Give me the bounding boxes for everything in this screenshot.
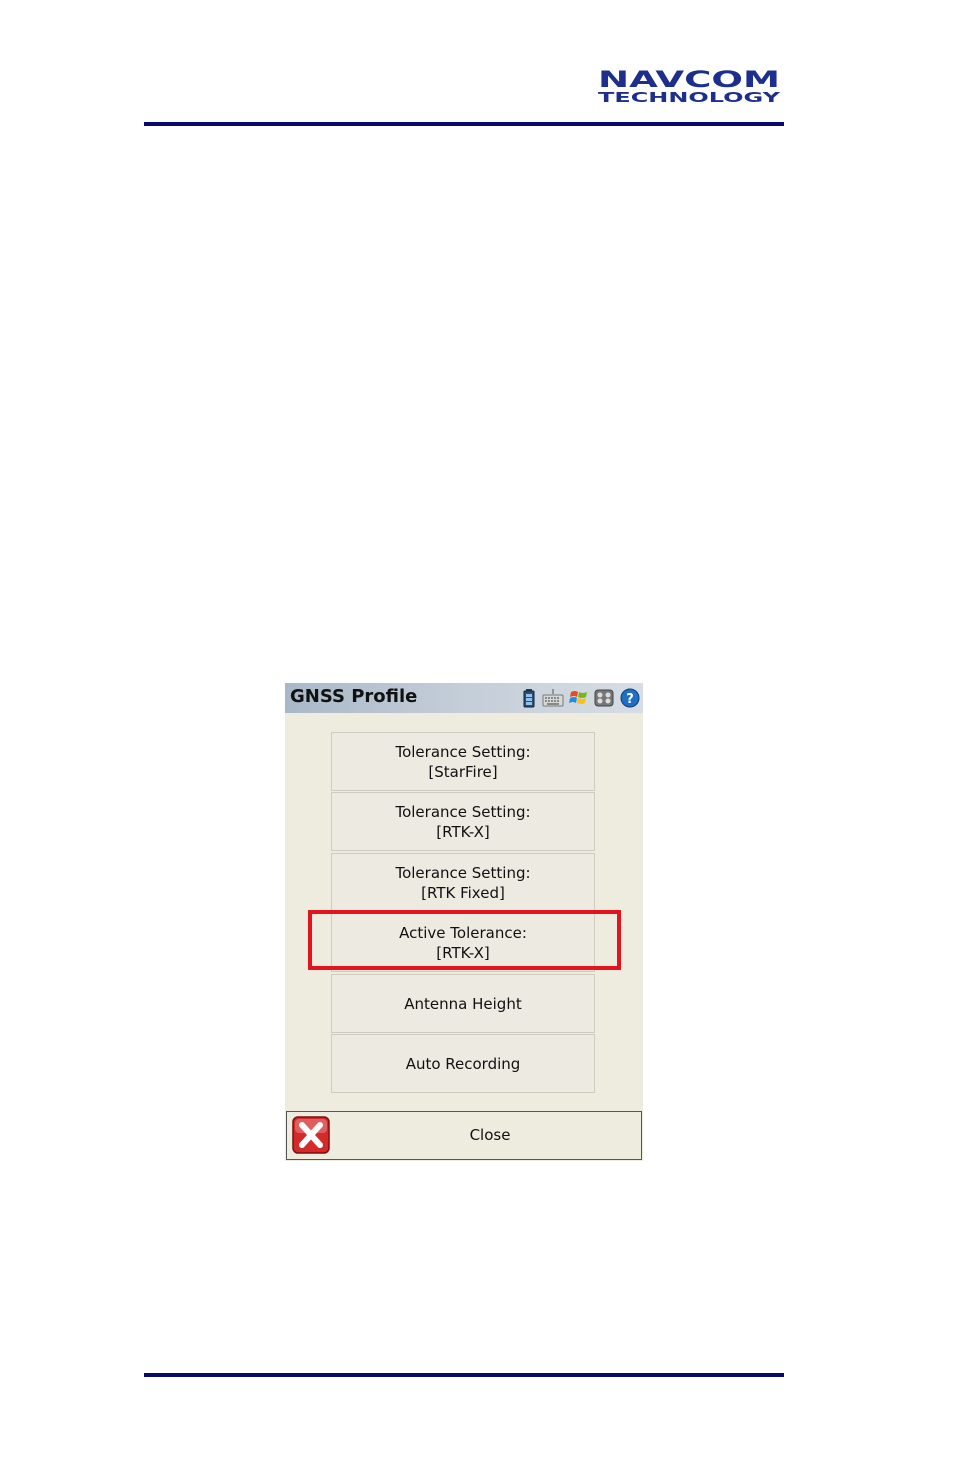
tolerance-rtk-x-button[interactable]: Tolerance Setting: [RTK-X] [331, 792, 595, 851]
button-label-line2: [RTK-X] [436, 943, 490, 962]
close-button[interactable]: Close [286, 1111, 642, 1160]
keyboard-icon[interactable] [542, 688, 564, 708]
tolerance-starfire-button[interactable]: Tolerance Setting: [StarFire] [331, 732, 595, 791]
help-icon[interactable]: ? [620, 688, 640, 708]
logo-text-top: NAVCOM [598, 68, 780, 93]
button-label-line2: [RTK Fixed] [421, 883, 505, 902]
button-label-line2: [StarFire] [428, 762, 498, 781]
navcom-logo: NAVCOM TECHNOLOGY [598, 68, 781, 104]
footer-rule [144, 1373, 784, 1377]
auto-recording-button[interactable]: Auto Recording [331, 1034, 595, 1093]
settings-icon[interactable] [594, 688, 614, 708]
button-label-line1: Active Tolerance: [399, 923, 527, 942]
svg-text:?: ? [626, 692, 634, 707]
gnss-profile-window: GNSS Profile ? Tolerance Setting: [StarF… [285, 683, 643, 1161]
button-label-line1: Tolerance Setting: [395, 863, 531, 882]
button-label: Antenna Height [404, 994, 522, 1013]
battery-icon[interactable] [523, 688, 535, 708]
title-bar: GNSS Profile ? [285, 683, 643, 713]
windows-flag-icon[interactable] [568, 688, 590, 708]
button-label-line1: Tolerance Setting: [395, 742, 531, 761]
logo-text-bottom: TECHNOLOGY [598, 91, 781, 104]
tolerance-rtk-fixed-button[interactable]: Tolerance Setting: [RTK Fixed] [331, 853, 595, 912]
header-rule [144, 122, 784, 126]
button-label-line1: Tolerance Setting: [395, 802, 531, 821]
window-title: GNSS Profile [290, 686, 418, 707]
button-label-line2: [RTK-X] [436, 822, 490, 841]
close-label: Close [469, 1126, 511, 1144]
antenna-height-button[interactable]: Antenna Height [331, 974, 595, 1033]
active-tolerance-button[interactable]: Active Tolerance: [RTK-X] [331, 913, 595, 972]
button-label: Auto Recording [405, 1054, 521, 1073]
